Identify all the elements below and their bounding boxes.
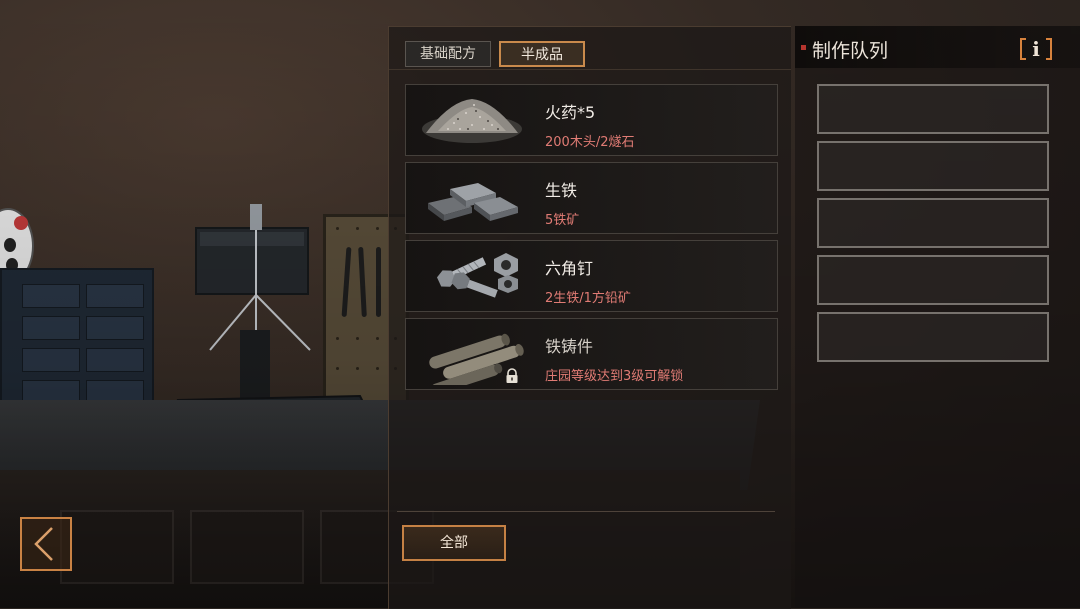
recipe-list: 火药*5 200木头/2燧石 生铁 5铁矿 六角钉 2生铁/1方铅矿 铁铸件 庄… <box>405 84 778 396</box>
panel-divider <box>397 511 775 512</box>
tab-basic-recipes[interactable]: 基础配方 <box>405 41 491 67</box>
chevron-left-icon <box>34 527 53 561</box>
info-icon: i <box>1032 37 1040 61</box>
recipe-panel: 基础配方 半成品 火药*5 200木头/2燧石 生铁 5铁矿 六角钉 2生铁/1… <box>388 26 791 609</box>
recipe-name: 铁铸件 <box>545 337 594 356</box>
queue-slot-1[interactable] <box>817 84 1049 134</box>
bracket-left-icon <box>1020 38 1026 60</box>
recipe-item-gunpowder[interactable]: 火药*5 200木头/2燧石 <box>405 84 778 156</box>
recipe-item-pig-iron[interactable]: 生铁 5铁矿 <box>405 162 778 234</box>
recipe-name: 六角钉 <box>545 259 594 278</box>
gunpowder-pile-icon <box>422 99 522 143</box>
recipe-requirement: 5铁矿 <box>545 213 580 228</box>
lock-icon <box>506 368 518 383</box>
queue-slot-3[interactable] <box>817 198 1049 248</box>
recipe-requirement: 2生铁/1方铅矿 <box>545 291 631 306</box>
back-button[interactable] <box>20 517 72 571</box>
hex-bolts-icon <box>436 253 518 298</box>
recipe-name: 生铁 <box>545 181 578 200</box>
recipe-unlock-requirement: 庄园等级达到3级可解锁 <box>545 369 684 384</box>
bracket-right-icon <box>1046 38 1052 60</box>
recipe-name: 火药*5 <box>545 103 596 122</box>
queue-title: 制作队列 <box>812 40 889 62</box>
recipe-item-hex-bolt[interactable]: 六角钉 2生铁/1方铅矿 <box>405 240 778 312</box>
recipe-tab-bar: 基础配方 半成品 <box>389 27 791 70</box>
recipe-requirement: 200木头/2燧石 <box>545 135 635 150</box>
crafting-queue-panel: 制作队列 i <box>795 26 1080 608</box>
tab-semi-finished[interactable]: 半成品 <box>499 41 585 67</box>
filter-all-button[interactable]: 全部 <box>402 525 506 561</box>
info-button[interactable]: i <box>1020 37 1052 62</box>
queue-marker-icon <box>801 45 806 50</box>
queue-slot-2[interactable] <box>817 141 1049 191</box>
queue-slot-5[interactable] <box>817 312 1049 362</box>
queue-header: 制作队列 i <box>795 26 1080 68</box>
iron-ingots-icon <box>428 183 518 221</box>
queue-slot-4[interactable] <box>817 255 1049 305</box>
recipe-item-iron-casting[interactable]: 铁铸件 庄园等级达到3级可解锁 <box>405 318 778 390</box>
